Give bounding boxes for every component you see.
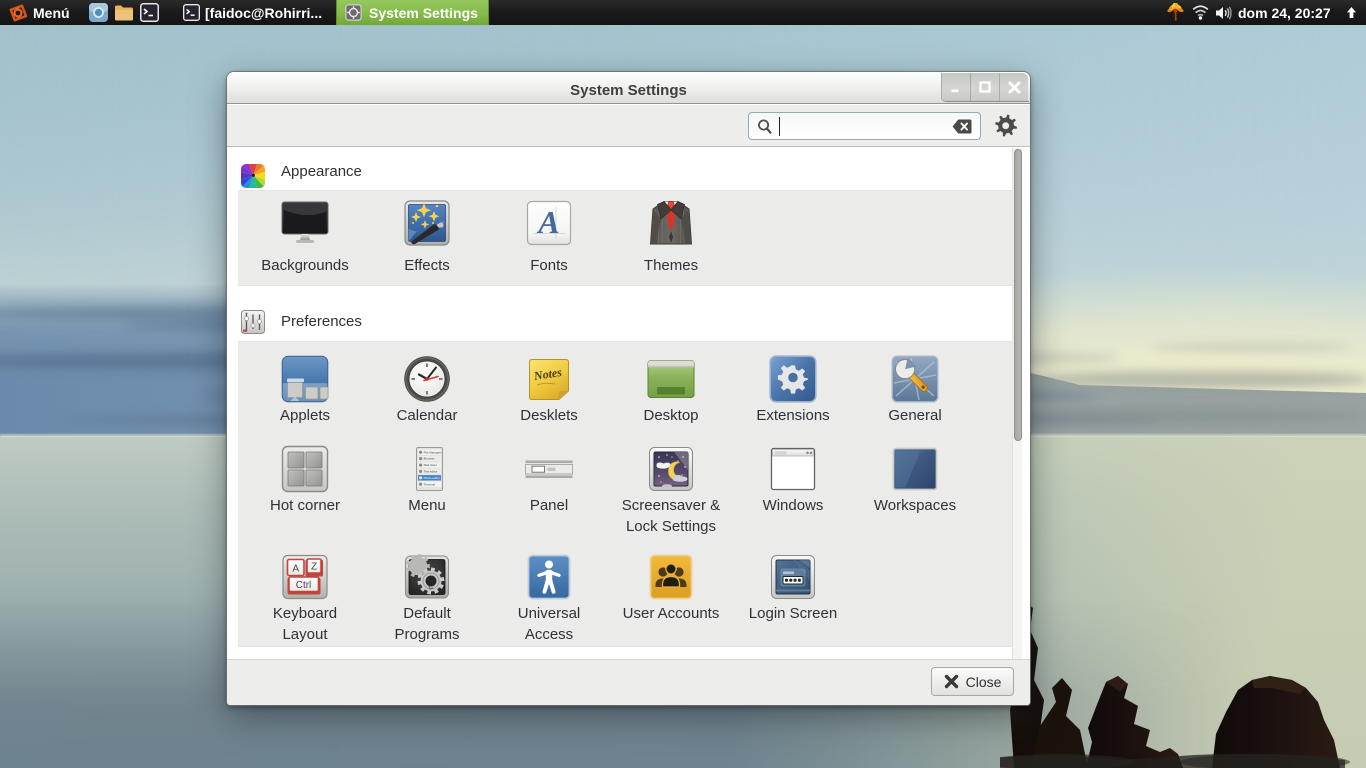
svg-text:Z: Z: [311, 562, 317, 573]
svg-text:Ctrl: Ctrl: [296, 580, 312, 591]
svg-text:A: A: [292, 564, 299, 575]
svg-text:Text editor: Text editor: [424, 470, 438, 474]
svg-text:A: A: [536, 204, 559, 240]
svg-text:Photo editor: Photo editor: [424, 476, 440, 480]
svg-text:Mail client: Mail client: [424, 463, 438, 467]
svg-text:Browser: Browser: [424, 457, 435, 461]
svg-text:Terminal: Terminal: [424, 482, 436, 486]
svg-text:File Manager: File Manager: [424, 450, 442, 454]
